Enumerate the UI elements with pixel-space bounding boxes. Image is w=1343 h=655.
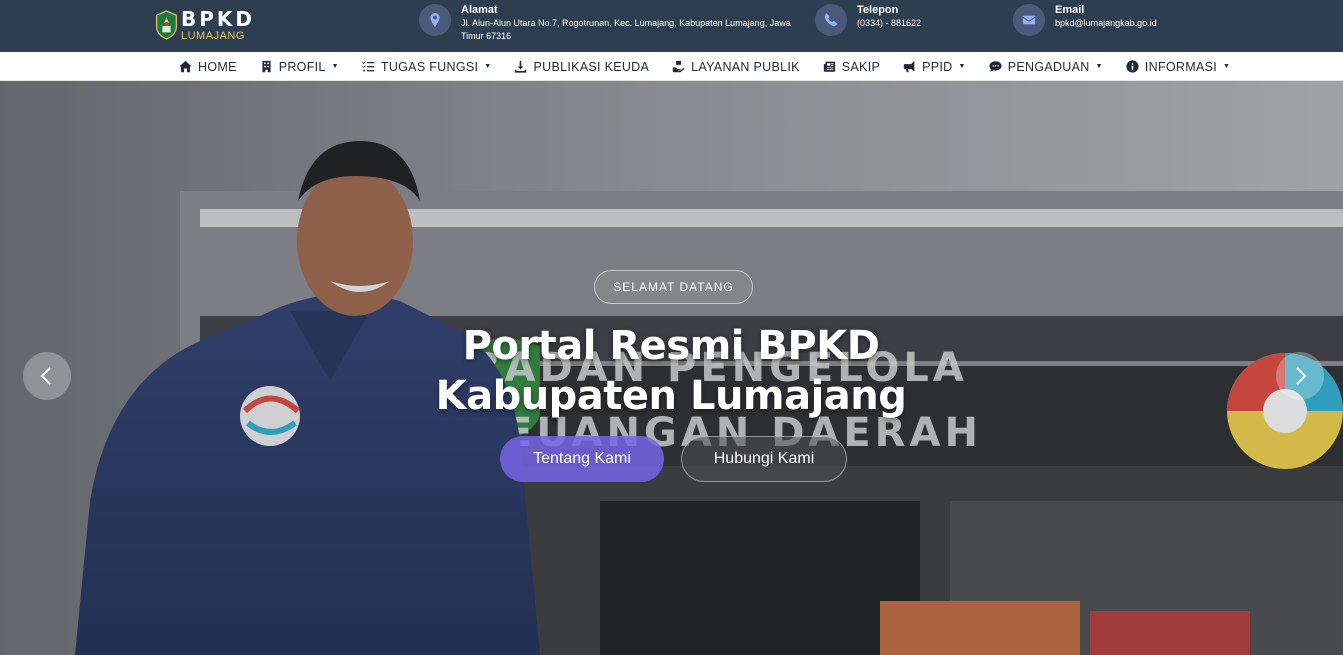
about-us-button[interactable]: Tentang Kami: [500, 436, 664, 482]
phone-icon: [815, 4, 847, 36]
nav-item-sakip[interactable]: SAKIP: [823, 52, 880, 81]
email-value[interactable]: bpkd@lumajangkab.go.id: [1055, 17, 1157, 30]
home-icon: [179, 60, 192, 73]
chevron-down-icon: ▼: [958, 63, 966, 70]
site-logo[interactable]: BPKD LUMAJANG: [155, 6, 255, 44]
nav-menu: HOME PROFIL ▼ TUGAS FUNGSI ▼ PUBLIKASI K…: [179, 52, 1230, 81]
nav-item-ppid[interactable]: PPID ▼: [903, 52, 966, 81]
download-icon: [514, 60, 527, 73]
carousel-prev-button[interactable]: [23, 352, 71, 400]
nav-item-informasi[interactable]: INFORMASI ▼: [1126, 52, 1230, 81]
lumajang-emblem-icon: [156, 10, 177, 40]
nav-label-sakip: SAKIP: [841, 59, 881, 74]
top-header: BPKD LUMAJANG Alamat Jl. Alun-Alun Utara…: [0, 0, 1343, 52]
hero-content: SELAMAT DATANG Portal Resmi BPKD Kabupat…: [0, 81, 1343, 655]
hero-title-line2: Kabupaten Lumajang: [435, 373, 907, 419]
phone-title: Telepon: [857, 4, 899, 16]
contact-email: Email bpkd@lumajangkab.go.id: [1013, 4, 1157, 36]
email-title: Email: [1055, 4, 1085, 16]
nav-label-profil: PROFIL: [278, 59, 326, 74]
nav-item-layanan-publik[interactable]: LAYANAN PUBLIK: [672, 52, 800, 81]
envelope-icon: [1013, 4, 1045, 36]
nav-label-layanan-publik: LAYANAN PUBLIK: [691, 59, 800, 74]
hand-holding-icon: [672, 60, 685, 73]
building-icon: [260, 60, 273, 73]
logo-main-text: BPKD: [180, 6, 255, 31]
nav-label-publikasi-keuda: PUBLIKASI KEUDA: [533, 59, 650, 74]
nav-label-home: HOME: [198, 59, 237, 74]
hero-title: Portal Resmi BPKD Kabupaten Lumajang: [371, 321, 971, 421]
chevron-down-icon: ▼: [484, 63, 492, 70]
nav-label-ppid: PPID: [922, 59, 953, 74]
nav-label-tugas-fungsi: TUGAS FUNGSI: [380, 59, 479, 74]
map-marker-icon: [419, 4, 451, 36]
contact-address: Alamat Jl. Alun-Alun Utara No.7, Rogotru…: [419, 4, 791, 43]
nav-item-pengaduan[interactable]: PENGADUAN ▼: [989, 52, 1103, 81]
logo-sub-text: LUMAJANG: [180, 29, 245, 42]
hero-carousel: BADAN PENGELOLA KEUANGAN DAERAH SELAMAT …: [0, 81, 1343, 655]
nav-item-publikasi-keuda[interactable]: PUBLIKASI KEUDA: [514, 52, 649, 81]
chevron-down-icon: ▼: [1095, 63, 1103, 70]
newspaper-icon: [823, 60, 836, 73]
address-title: Alamat: [461, 4, 498, 16]
contact-phone: Telepon (0334) - 881622: [815, 4, 921, 36]
nav-label-pengaduan: PENGADUAN: [1007, 59, 1090, 74]
comment-icon: [989, 60, 1002, 73]
list-icon: [362, 60, 375, 73]
carousel-next-button[interactable]: [1276, 352, 1324, 400]
chevron-right-icon: [1296, 367, 1307, 385]
nav-item-tugas-fungsi[interactable]: TUGAS FUNGSI ▼: [362, 52, 492, 81]
welcome-badge: SELAMAT DATANG: [594, 270, 753, 304]
contact-us-button[interactable]: Hubungi Kami: [681, 436, 847, 482]
main-navbar: HOME PROFIL ▼ TUGAS FUNGSI ▼ PUBLIKASI K…: [0, 52, 1343, 81]
bullhorn-icon: [903, 60, 916, 73]
hero-title-line1: Portal Resmi BPKD: [462, 323, 880, 369]
nav-item-home[interactable]: HOME: [179, 52, 237, 81]
nav-item-profil[interactable]: PROFIL ▼: [260, 52, 339, 81]
nav-label-informasi: INFORMASI: [1144, 59, 1217, 74]
info-circle-icon: [1126, 60, 1139, 73]
address-value: Jl. Alun-Alun Utara No.7, Rogotrunan, Ke…: [461, 18, 791, 41]
chevron-left-icon: [40, 367, 51, 385]
chevron-down-icon: ▼: [1223, 63, 1231, 70]
phone-value[interactable]: (0334) - 881622: [857, 17, 921, 30]
chevron-down-icon: ▼: [331, 63, 339, 70]
